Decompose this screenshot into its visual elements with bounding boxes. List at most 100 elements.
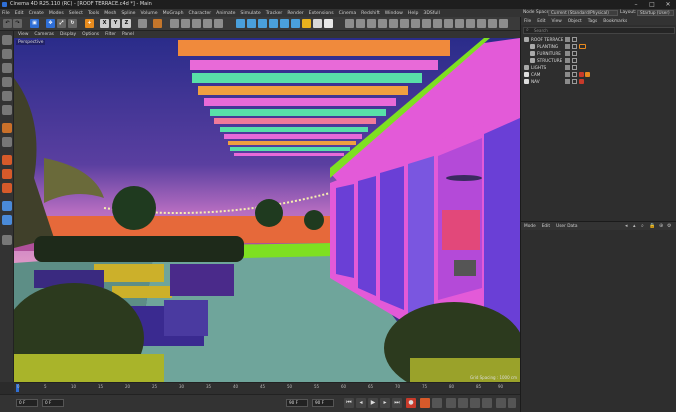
axis-y-button[interactable]: Y [111,19,120,28]
workplane-mode-icon[interactable] [2,235,12,245]
solo-off-icon[interactable] [2,183,12,193]
settings-icon[interactable]: ⚙ [667,223,671,229]
menu-character[interactable]: Character [188,11,211,16]
node-space-select[interactable]: Current (Standard/Physical) [548,10,618,16]
play-icon[interactable]: ▶ [368,398,378,408]
material-icon[interactable] [466,19,475,28]
start-frame-field[interactable]: 0 F [42,399,64,407]
3d-viewport[interactable]: Perspective Grid Spacing : 1000 cm [14,38,520,382]
back-arrow-icon[interactable]: ◂ [625,223,628,229]
quantize-icon[interactable] [2,215,12,225]
object-row[interactable]: PLANTING [521,43,676,50]
search-attr-icon[interactable]: ⌕ [641,223,644,229]
visibility-icon[interactable] [565,65,570,70]
protection-tag-icon[interactable] [579,72,584,77]
symmetry-icon[interactable] [389,19,398,28]
viewport-menu-cameras[interactable]: Cameras [34,32,54,37]
previous-key-icon[interactable]: ◂ [356,398,366,408]
visibility-icon[interactable] [565,44,570,49]
menu-cinema[interactable]: Cinema [339,11,357,16]
texture-mode-icon[interactable] [2,49,12,59]
deformer-icon[interactable] [291,19,300,28]
viewport-solo-icon[interactable] [2,155,12,165]
new-manager-icon[interactable]: ⊕ [659,223,663,229]
object-row[interactable]: STRUCTURE [521,57,676,64]
cube-icon[interactable] [236,19,245,28]
light-icon[interactable] [324,19,333,28]
timeline-ruler[interactable]: 0 5 10 15 20 25 30 35 40 45 50 55 60 65 … [14,382,520,394]
rotate-tool-icon[interactable]: ↻ [68,19,77,28]
visibility-icon[interactable] [565,72,570,77]
menu-create[interactable]: Create [29,11,44,16]
uv-icon[interactable] [411,19,420,28]
maximize-button[interactable]: □ [644,0,660,9]
menu-3dsfull[interactable]: 3DSfull [423,11,439,16]
undo-icon[interactable]: ↶ [3,19,12,28]
param-key-icon[interactable] [482,398,492,408]
hair-icon[interactable] [433,19,442,28]
edges-mode-icon[interactable] [2,77,12,87]
om-menu-view[interactable]: View [552,19,562,24]
live-selection-icon[interactable]: + [85,19,94,28]
axis-x-button[interactable]: X [100,19,109,28]
visibility-icon[interactable] [565,51,570,56]
menu-render[interactable]: Render [287,11,303,16]
om-menu-file[interactable]: File [524,19,531,24]
snap-icon[interactable] [345,19,354,28]
enable-check-icon[interactable] [572,58,577,63]
menu-animate[interactable]: Animate [216,11,235,16]
menu-tools[interactable]: Tools [88,11,99,16]
am-menu-mode[interactable]: Mode [524,224,536,229]
object-row[interactable]: FURNITURE [521,50,676,57]
menu-simulate[interactable]: Simulate [240,11,260,16]
enable-axis-icon[interactable] [2,123,12,133]
lock-icon[interactable]: 🔒 [649,223,655,229]
scale-key-icon[interactable] [470,398,480,408]
interactive-render-icon[interactable] [214,19,223,28]
menu-window[interactable]: Window [385,11,403,16]
am-menu-edit[interactable]: Edit [542,224,550,229]
enable-check-icon[interactable] [572,37,577,42]
render-view-icon[interactable] [153,19,162,28]
layout-select[interactable]: Startup (User) [637,10,674,16]
tweak-icon[interactable] [2,137,12,147]
sculpt-icon[interactable] [400,19,409,28]
next-key-icon[interactable]: ▸ [380,398,390,408]
max-frame-field[interactable]: 90 F [312,399,334,407]
minimize-button[interactable]: – [628,0,644,9]
points-mode-icon[interactable] [2,63,12,73]
viewport-menu-panel[interactable]: Panel [122,32,134,37]
xref-icon[interactable] [444,19,453,28]
current-frame-field[interactable]: 0 F [16,399,38,407]
model-mode-icon[interactable]: ▣ [30,19,39,28]
am-menu-user-data[interactable]: User Data [556,224,577,229]
autokey-icon[interactable] [420,398,430,408]
go-to-start-icon[interactable]: ⏮ [344,398,354,408]
asset-browser-icon[interactable] [488,19,497,28]
menu-extensions[interactable]: Extensions [309,11,334,16]
paint-icon[interactable] [422,19,431,28]
render-queue-icon[interactable] [192,19,201,28]
move-tool-icon[interactable]: ✥ [46,19,55,28]
object-search-field[interactable]: ⌕ Search [523,27,675,34]
menu-mograph[interactable]: MoGraph [163,11,184,16]
workplane-icon[interactable] [356,19,365,28]
menu-spline[interactable]: Spline [121,11,135,16]
object-row[interactable]: NAV [521,78,676,85]
end-frame-field[interactable]: 90 F [286,399,308,407]
pen-icon[interactable] [247,19,256,28]
guide-icon[interactable] [367,19,376,28]
protection-tag-icon[interactable] [579,79,584,84]
close-button[interactable]: ✕ [660,0,676,9]
om-menu-edit[interactable]: Edit [537,19,545,24]
menu-redshift[interactable]: Redshift [361,11,380,16]
enable-check-icon[interactable] [572,79,577,84]
camera-icon[interactable] [313,19,322,28]
menu-modes[interactable]: Modes [49,11,64,16]
material-tag-icon[interactable] [579,44,586,49]
subdivision-icon[interactable] [258,19,267,28]
object-row[interactable]: LIGHTS [521,64,676,71]
axis-z-button[interactable]: Z [122,19,131,28]
script-icon[interactable] [499,19,508,28]
enable-check-icon[interactable] [572,65,577,70]
